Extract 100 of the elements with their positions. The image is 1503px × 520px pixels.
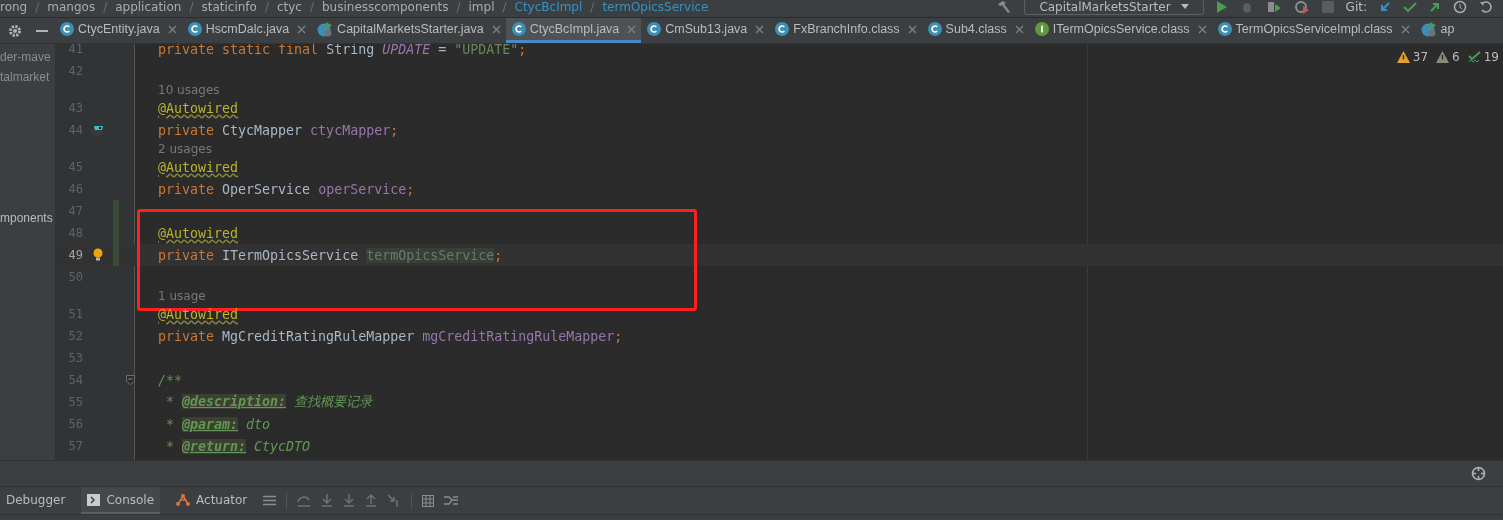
calculator-icon[interactable] <box>422 494 435 507</box>
code-line: @Autowired <box>158 100 239 116</box>
usages-hint[interactable]: 10 usages <box>158 82 220 97</box>
tool-window-tab[interactable]: Console <box>81 487 161 514</box>
close-icon[interactable] <box>1014 24 1024 34</box>
git-label: Git: <box>1345 0 1367 14</box>
change-marker[interactable] <box>113 244 119 266</box>
code-line: private ITermOpicsService termOpicsService; <box>158 247 503 263</box>
crosshair-icon[interactable] <box>1471 466 1486 481</box>
breadcrumb-separator: / <box>189 0 194 14</box>
class-icon <box>187 22 202 36</box>
class-icon <box>647 22 662 36</box>
breadcrumb-item[interactable]: impl <box>468 0 495 14</box>
tool-window-tab[interactable]: Debugger <box>0 487 72 514</box>
run-class-icon <box>1420 21 1437 37</box>
run-configuration-dropdown[interactable]: CapitalMarketsStarter <box>1024 0 1204 15</box>
inspection-counter[interactable]: 37 <box>1396 50 1429 64</box>
run-icon[interactable] <box>1215 0 1228 14</box>
lightbulb-icon[interactable] <box>93 248 103 262</box>
inspection-counter[interactable]: 19 <box>1467 50 1499 64</box>
minimize-icon[interactable] <box>36 29 48 32</box>
tool-window-tab[interactable]: Actuator <box>170 487 254 514</box>
trace-icon[interactable] <box>444 495 459 506</box>
menu-icon[interactable] <box>263 495 277 506</box>
step-over-icon[interactable] <box>297 494 312 507</box>
nodes-icon <box>176 493 191 506</box>
close-icon[interactable] <box>297 24 307 34</box>
console-icon <box>87 493 101 506</box>
code-line: private MgCreditRatingRuleMapper mgCreditRatingRuleMapper; <box>158 328 623 344</box>
push-arrow-icon[interactable] <box>1429 0 1441 13</box>
close-icon[interactable] <box>627 24 637 34</box>
project-tree-item[interactable]: der-mave <box>0 47 55 67</box>
breadcrumb-separator: / <box>309 0 314 14</box>
class-icon <box>60 22 74 36</box>
checkmark-icon[interactable] <box>1403 0 1417 13</box>
close-icon[interactable] <box>1197 24 1207 34</box>
editor-tab[interactable]: CtycEntity.java <box>54 18 182 43</box>
stop-icon[interactable] <box>1321 0 1334 13</box>
usages-hint[interactable]: 2 usages <box>158 141 212 156</box>
editor-tab[interactable]: TermOpicsServiceImpl.class <box>1211 18 1415 43</box>
project-tree-item[interactable]: mponents <box>0 208 55 228</box>
breadcrumb-item[interactable]: CtycBcImpl <box>514 0 583 14</box>
code-line: * @description: 查找概要记录 <box>165 393 373 411</box>
warning-icon <box>1436 51 1450 63</box>
coverage-icon[interactable] <box>1265 0 1282 14</box>
editor-tab[interactable]: HscmDalc.java <box>181 18 312 43</box>
warning-icon <box>1396 51 1410 63</box>
close-icon[interactable] <box>1400 24 1410 34</box>
class-icon <box>927 22 942 36</box>
code-line: private OperService operService; <box>158 181 415 197</box>
update-arrow-icon[interactable] <box>1379 0 1391 13</box>
breadcrumb-separator: / <box>35 0 40 14</box>
breadcrumb-separator: / <box>103 0 108 14</box>
undo-icon[interactable] <box>1479 0 1493 14</box>
fold-icon[interactable] <box>126 375 135 385</box>
code-line: private CtycMapper ctycMapper; <box>158 122 399 138</box>
editor-tab[interactable]: ap <box>1414 18 1460 43</box>
editor-tab[interactable]: ITermOpicsService.class <box>1028 18 1212 43</box>
bean-icon[interactable] <box>90 123 106 137</box>
code-line: @Autowired <box>158 306 239 322</box>
run-class-icon <box>317 21 334 37</box>
breadcrumb-item[interactable]: businesscomponents <box>322 0 449 14</box>
inspection-counter[interactable]: 6 <box>1436 50 1460 64</box>
editor-tab[interactable]: CmSub13.java <box>641 18 770 43</box>
caret-icon <box>1180 4 1189 9</box>
settings-icon[interactable] <box>8 23 22 38</box>
close-icon[interactable] <box>167 24 177 34</box>
hammer-icon[interactable] <box>996 0 1013 14</box>
breadcrumb-item[interactable]: staticinfo <box>201 0 257 14</box>
checkmark-icon <box>1467 51 1481 63</box>
clock-icon[interactable] <box>1453 0 1467 14</box>
step-into-icon[interactable] <box>321 494 334 507</box>
editor-tab[interactable]: CapitalMarketsStarter.java <box>311 18 506 43</box>
code-line: * @return: CtycDTO <box>165 438 311 454</box>
class-icon <box>511 22 526 36</box>
breadcrumb-item[interactable]: termOpicsService <box>602 0 709 14</box>
breadcrumb-separator: / <box>502 0 507 14</box>
breadcrumb-separator: / <box>264 0 269 14</box>
force-step-into-icon[interactable] <box>343 494 356 507</box>
close-icon[interactable] <box>491 24 501 34</box>
breadcrumb-item[interactable]: mangos <box>47 0 96 14</box>
breadcrumb-item[interactable]: application <box>115 0 182 14</box>
editor-tab[interactable]: Sub4.class <box>921 18 1029 43</box>
editor-tab[interactable]: CtycBcImpl.java <box>505 18 642 43</box>
code-line: @Autowired <box>158 159 239 175</box>
breadcrumb-item[interactable]: ctyc <box>276 0 302 14</box>
profiler-icon[interactable] <box>1293 0 1310 14</box>
code-line: * @param: dto <box>165 416 271 432</box>
interface-icon <box>1034 22 1049 36</box>
breadcrumb-item[interactable]: rong <box>0 0 28 14</box>
breadcrumb-separator: / <box>456 0 461 14</box>
change-marker[interactable] <box>113 200 119 222</box>
usages-hint[interactable]: 1 usage <box>158 288 206 303</box>
step-out-icon[interactable] <box>365 494 378 507</box>
project-tree-item[interactable]: talmarket <box>0 67 55 87</box>
line-number: 49 <box>67 248 83 262</box>
editor-tab[interactable]: FxBranchInfo.class <box>769 18 922 43</box>
close-icon[interactable] <box>755 24 765 34</box>
close-icon[interactable] <box>907 24 917 34</box>
breadcrumb-separator: / <box>590 0 595 14</box>
